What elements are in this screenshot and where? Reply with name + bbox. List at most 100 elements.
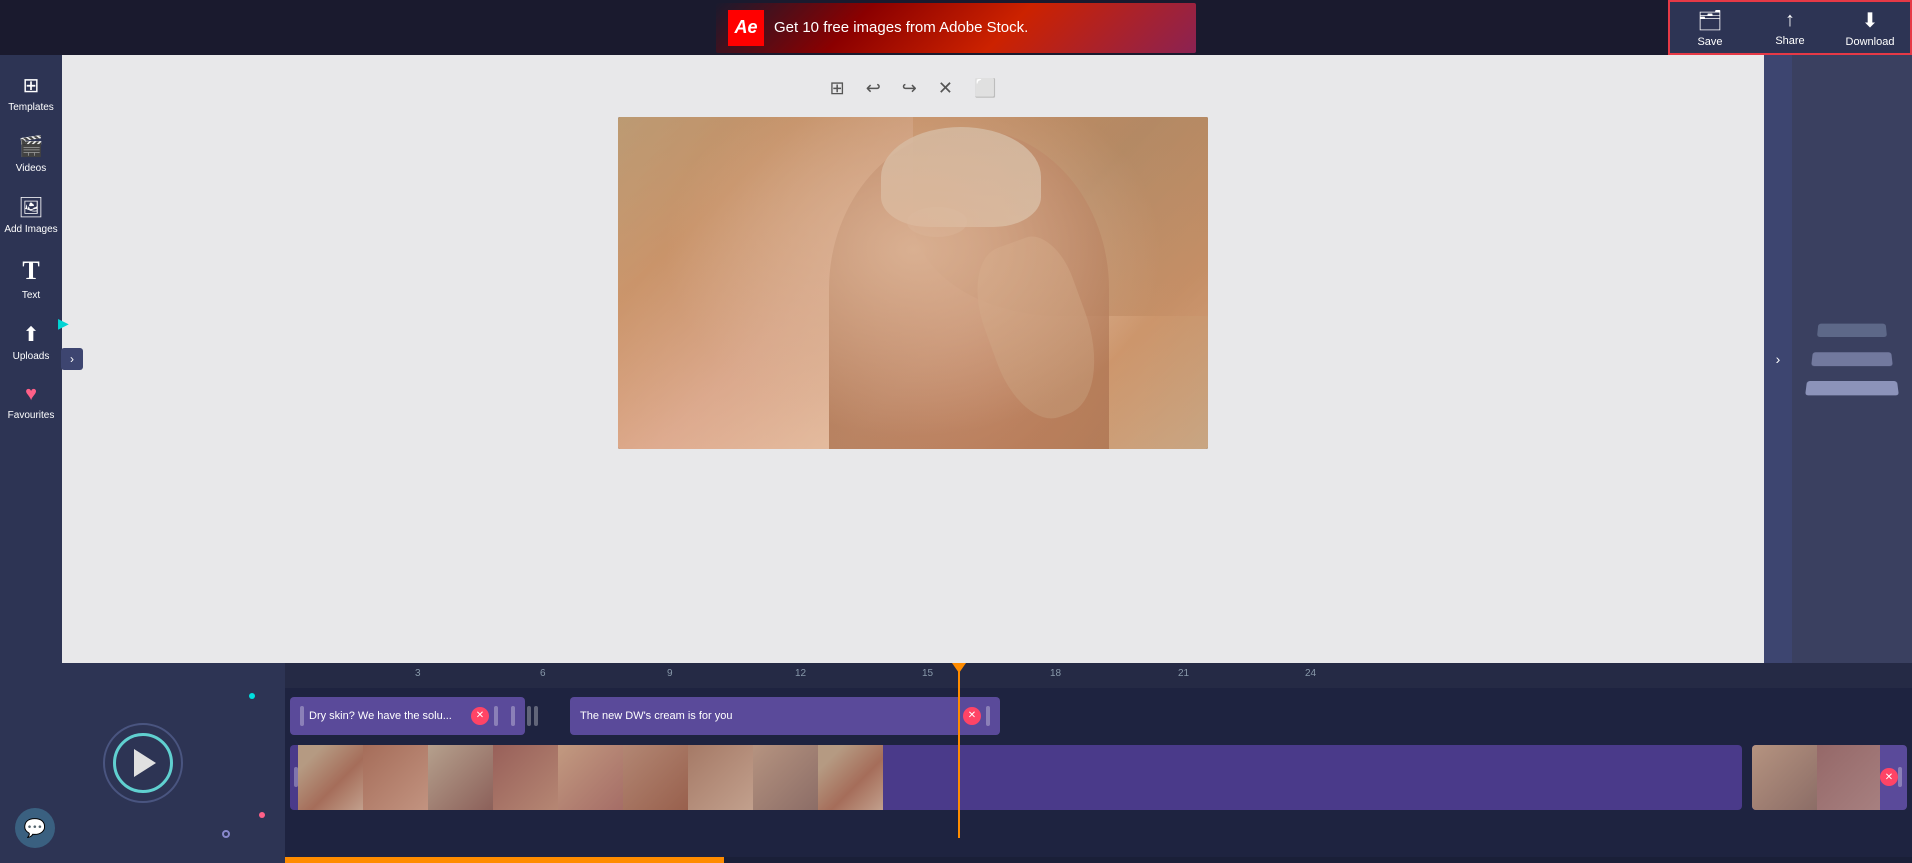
timeline-progress-bar-container[interactable] <box>285 857 1912 863</box>
share-button[interactable]: ↑ Share <box>1750 0 1830 55</box>
timeline-ruler: 3 6 9 12 15 18 21 24 <box>285 663 1912 688</box>
ruler-mark-6: 6 <box>540 668 546 679</box>
download-button[interactable]: ⬇ Download <box>1830 0 1910 55</box>
play-ring <box>103 723 183 803</box>
video-frame <box>618 117 1208 449</box>
video-thumb-7 <box>688 745 753 810</box>
save-button[interactable]: 🗂 Save <box>1670 0 1750 55</box>
video-thumb-8 <box>753 745 818 810</box>
play-triangle-icon <box>134 749 156 777</box>
sidebar-item-favourites[interactable]: ♥ Favourites <box>0 375 62 429</box>
clip-handle-extra-1[interactable] <box>511 706 515 726</box>
text-track: Dry skin? We have the solu... ✕ The new … <box>285 693 1912 738</box>
sidebar-item-add-images[interactable]: 🖼 Add Images <box>0 187 62 243</box>
video-clip-main[interactable] <box>290 745 1742 810</box>
text-icon: T <box>22 256 39 286</box>
gap-handle-2[interactable] <box>534 706 538 726</box>
save-label: Save <box>1697 36 1722 48</box>
download-label: Download <box>1846 36 1895 48</box>
playhead[interactable] <box>958 663 960 838</box>
ruler-mark-15: 15 <box>922 668 933 679</box>
uploads-label: Uploads <box>13 351 50 362</box>
ad-banner[interactable]: Ae Get 10 free images from Adobe Stock. <box>716 3 1196 53</box>
video-thumb-4 <box>493 745 558 810</box>
left-sidebar: ▶ ⊞ Templates 🎬 Videos 🖼 Add Images T Te… <box>0 55 62 663</box>
text-label: Text <box>22 290 40 301</box>
video-thumb-3 <box>428 745 493 810</box>
favourites-icon: ♥ <box>25 383 37 406</box>
layer-top <box>1817 324 1887 337</box>
bottom-left-controls: 💬 <box>0 663 285 863</box>
right-panel-toggle[interactable]: › <box>1764 55 1792 663</box>
add-images-icon: 🖼 <box>18 195 43 220</box>
ruler-mark-24: 24 <box>1305 668 1316 679</box>
templates-label: Templates <box>8 102 54 113</box>
share-icon: ↑ <box>1785 9 1795 32</box>
canvas-toolbar: ⊞ ↩ ↪ ✕ ⬜ <box>827 75 1000 102</box>
video-overlay <box>618 117 1208 449</box>
sidebar-item-videos[interactable]: 🎬 Videos <box>0 126 62 182</box>
play-button[interactable] <box>113 733 173 793</box>
top-toolbar: 🗂 Save ↑ Share ⬇ Download <box>1668 0 1912 55</box>
video-thumbnails <box>298 745 1742 810</box>
video-canvas[interactable] <box>618 117 1208 449</box>
grid-view-button[interactable]: ⊞ <box>827 75 848 102</box>
undo-button[interactable]: ↩ <box>863 75 884 102</box>
canvas-area: ⊞ ↩ ↪ ✕ ⬜ <box>62 55 1764 663</box>
ad-bar: Ae Get 10 free images from Adobe Stock. … <box>0 0 1912 55</box>
layers-stack <box>1807 329 1897 389</box>
main-layout: ▶ ⊞ Templates 🎬 Videos 🖼 Add Images T Te… <box>0 55 1912 663</box>
video-clip-right-close[interactable]: ✕ <box>1880 768 1898 786</box>
text-clip-2-close[interactable]: ✕ <box>963 707 981 725</box>
videos-icon: 🎬 <box>19 134 44 159</box>
text-clip-2[interactable]: The new DW's cream is for you ✕ <box>570 697 1000 735</box>
save-icon: 🗂 <box>1697 8 1722 33</box>
video-clip-handle-right[interactable] <box>1898 767 1902 787</box>
ad-text: Get 10 free images from Adobe Stock. <box>774 19 1028 36</box>
video-thumb-r2 <box>1817 745 1880 810</box>
sidebar-item-text[interactable]: T Text <box>0 248 62 309</box>
sidebar-item-templates[interactable]: ⊞ Templates <box>0 65 62 121</box>
timeline-progress-bar-fill <box>285 857 724 863</box>
layer-bottom <box>1805 381 1899 395</box>
sidebar-item-uploads[interactable]: ⬆ Uploads <box>0 314 62 370</box>
text-clip-1[interactable]: Dry skin? We have the solu... ✕ <box>290 697 525 735</box>
text-clip-1-close[interactable]: ✕ <box>471 707 489 725</box>
sidebar-expand-button[interactable]: › <box>61 348 83 370</box>
gap-handle-1[interactable] <box>527 706 531 726</box>
right-layers-panel <box>1792 55 1912 663</box>
uploads-icon: ⬆ <box>23 322 40 347</box>
ruler-mark-21: 21 <box>1178 668 1189 679</box>
clip-handle-left-1[interactable] <box>300 706 304 726</box>
expand-button[interactable]: ⬜ <box>971 75 999 102</box>
chat-icon: 💬 <box>24 818 46 839</box>
timeline: 3 6 9 12 15 18 21 24 Dry skin? We have t… <box>285 663 1912 863</box>
download-icon: ⬇ <box>1862 8 1879 33</box>
video-track: ✕ <box>285 742 1912 812</box>
clip-handle-right-1[interactable] <box>494 706 498 726</box>
video-thumb-9 <box>818 745 883 810</box>
dot-decoration-2 <box>259 812 265 818</box>
ruler-mark-3: 3 <box>415 668 421 679</box>
close-button[interactable]: ✕ <box>935 75 956 102</box>
right-panel-toggle-icon: › <box>1776 351 1781 367</box>
ruler-mark-18: 18 <box>1050 668 1061 679</box>
sidebar-expand-arrow[interactable]: ▶ <box>58 315 69 332</box>
video-thumb-2 <box>363 745 428 810</box>
video-thumb-r1 <box>1752 745 1817 810</box>
layer-middle <box>1811 352 1893 366</box>
clip-handle-right-2[interactable] <box>986 706 990 726</box>
video-thumbnails-right <box>1752 745 1880 810</box>
video-thumb-5 <box>558 745 623 810</box>
chat-button[interactable]: 💬 <box>15 808 55 848</box>
text-clip-2-content: The new DW's cream is for you <box>580 710 958 722</box>
video-clip-right[interactable]: ✕ <box>1752 745 1907 810</box>
dot-decoration-3 <box>222 830 230 838</box>
templates-icon: ⊞ <box>23 73 40 98</box>
redo-button[interactable]: ↪ <box>899 75 920 102</box>
bottom-section: 💬 3 6 9 12 15 18 21 24 Dr <box>0 663 1912 863</box>
timeline-tracks: Dry skin? We have the solu... ✕ The new … <box>285 688 1912 855</box>
adobe-logo-icon: Ae <box>728 10 764 46</box>
playhead-arrow-icon <box>952 663 966 673</box>
text-clip-1-content: Dry skin? We have the solu... <box>309 710 466 722</box>
